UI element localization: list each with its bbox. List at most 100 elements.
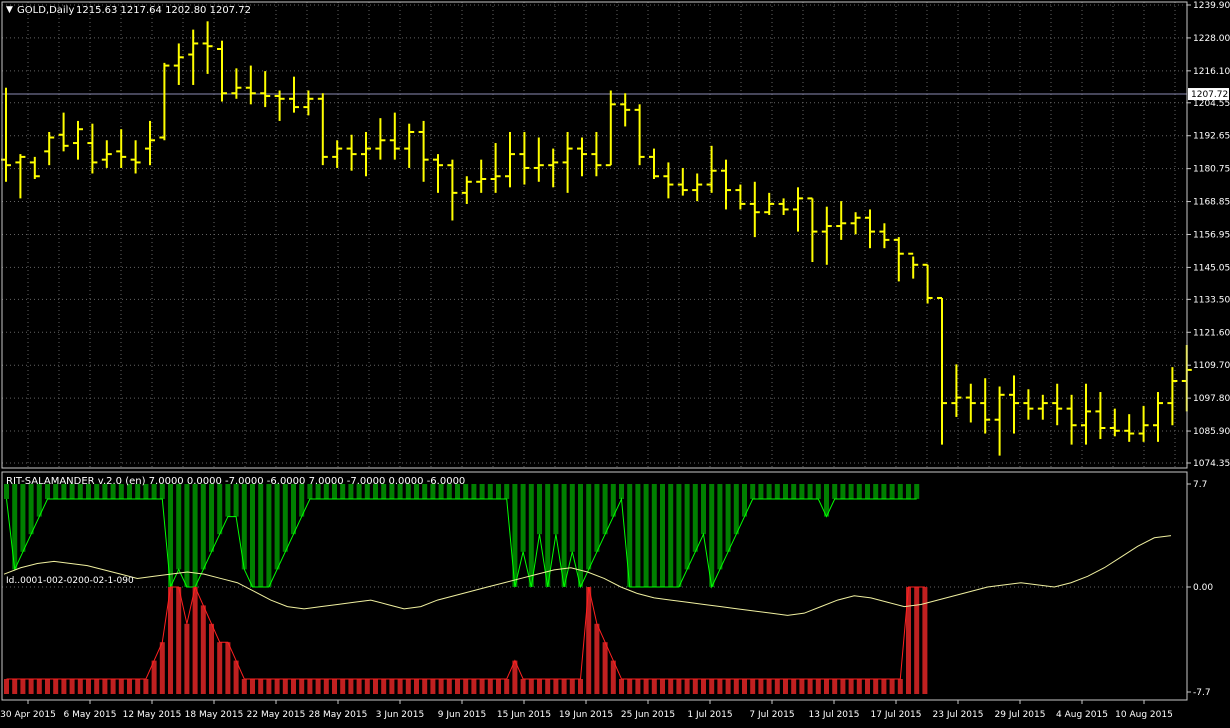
red-histogram-bar	[438, 679, 444, 694]
ohlc-bar	[87, 123, 98, 174]
ohlc-bar	[73, 120, 83, 160]
red-histogram-bar	[750, 679, 756, 694]
green-histogram-line	[6, 497, 917, 589]
red-histogram-bar	[127, 679, 132, 694]
price-tick-label: 1109.70	[1193, 361, 1230, 371]
red-histogram-bar	[815, 679, 821, 694]
green-histogram-bar	[282, 484, 288, 552]
ohlc-bar	[778, 198, 789, 215]
ohlc-bar	[706, 145, 717, 193]
red-histogram-bar	[676, 679, 682, 694]
red-histogram-bar	[69, 679, 75, 694]
green-histogram-bar	[914, 484, 920, 499]
ohlc-bar	[1153, 392, 1163, 442]
ohlc-bar	[591, 131, 602, 177]
green-histogram-bar	[856, 484, 862, 499]
ohlc-bar	[289, 76, 299, 113]
ohlc-bar	[793, 187, 803, 232]
green-histogram-bar	[20, 484, 26, 552]
green-histogram-bar	[209, 484, 214, 552]
chart-canvas[interactable]: 1239.90 1228.00 1216.10 1204.55 1192.65 1180.…	[0, 0, 1230, 724]
ohlc-values: 1215.63 1217.64 1202.80 1207.72	[76, 5, 251, 16]
time-tick-label: 23 Jul 2015	[933, 710, 984, 720]
green-histogram-bar	[602, 484, 608, 535]
ohlc-bar	[1009, 375, 1019, 434]
time-tick-label: 10 Aug 2015	[1115, 710, 1173, 720]
mt4-chart-window[interactable]: 1239.90 1228.00 1216.10 1204.55 1192.65 1180.…	[0, 0, 1230, 724]
red-histogram-bar	[873, 679, 879, 694]
red-histogram-bar	[422, 679, 428, 694]
green-histogram-bar	[750, 484, 756, 499]
indicator-tick-label: 0.00	[1193, 583, 1213, 593]
red-histogram-bar	[471, 679, 477, 694]
price-tick-label: 1180.75	[1193, 165, 1230, 175]
red-histogram-bar	[414, 679, 419, 694]
red-histogram-bar	[791, 679, 797, 694]
ohlc-bar	[418, 120, 429, 182]
red-histogram-bar	[274, 679, 280, 694]
green-histogram-bar	[561, 484, 567, 587]
green-histogram-bar	[865, 484, 870, 499]
green-histogram-bar	[873, 484, 879, 499]
red-histogram-bar	[266, 679, 272, 694]
red-histogram-bar	[225, 642, 231, 694]
green-histogram-bar	[676, 484, 682, 587]
green-histogram-bar	[586, 484, 592, 570]
red-histogram-bar	[774, 679, 780, 694]
green-histogram-bar	[774, 484, 780, 499]
price-tick-label: 1121.60	[1193, 328, 1230, 338]
red-histogram-bar	[446, 679, 452, 694]
time-tick-label: 7 Jul 2015	[749, 710, 794, 720]
ohlc-bar	[821, 206, 832, 265]
red-histogram-bar	[824, 679, 829, 694]
green-histogram-bar	[660, 484, 665, 587]
ohlc-bar	[173, 43, 184, 85]
ohlc-bar	[1138, 405, 1149, 442]
red-histogram-bar	[282, 679, 288, 694]
ohlc-bar	[807, 197, 818, 263]
price-tick-label: 1156.95	[1193, 230, 1230, 240]
dropdown-arrow-icon[interactable]: ▼	[6, 5, 13, 15]
green-histogram-bar	[791, 484, 797, 499]
red-histogram-bar	[807, 679, 813, 694]
time-tick-label: 9 Jun 2015	[438, 710, 486, 720]
red-histogram-bar	[701, 679, 706, 694]
red-histogram-bar	[168, 587, 173, 694]
red-histogram-bar	[799, 679, 805, 694]
red-histogram-bar	[848, 679, 854, 694]
ohlc-bar	[1023, 389, 1034, 420]
green-histogram-bar	[217, 484, 223, 535]
red-histogram-bar	[692, 679, 698, 694]
red-histogram-bar	[914, 587, 920, 694]
red-histogram-bar	[356, 679, 362, 694]
price-bars	[1, 21, 1192, 456]
red-histogram-bar	[635, 679, 641, 694]
green-histogram-bar	[553, 484, 559, 535]
time-tick-label: 6 May 2015	[64, 710, 117, 720]
green-histogram-bar	[569, 484, 575, 552]
ohlc-bar	[519, 131, 530, 185]
ohlc-bar	[879, 223, 890, 249]
price-tick-label: 1168.85	[1193, 198, 1230, 208]
ohlc-bar	[1052, 383, 1063, 426]
ohlc-bar	[836, 201, 847, 240]
red-histogram-bar	[4, 679, 9, 694]
indicator-tick-label: -7.7	[1193, 688, 1211, 698]
time-tick-label: 25 Jun 2015	[621, 710, 675, 720]
red-histogram-bar	[36, 679, 42, 694]
red-histogram-bar	[594, 623, 600, 694]
green-histogram-bar	[635, 484, 641, 587]
ohlc-bar	[245, 65, 256, 105]
red-histogram-bar	[578, 679, 583, 694]
red-histogram-bar	[184, 623, 190, 694]
ohlc-bar	[58, 112, 69, 152]
red-histogram-bar	[348, 679, 354, 694]
red-histogram-bar	[94, 679, 100, 694]
green-histogram-bar	[504, 484, 510, 499]
ohlc-bar	[101, 140, 112, 168]
time-tick-label: 15 Jun 2015	[497, 710, 551, 720]
red-histogram-bar	[668, 679, 674, 694]
time-tick-label: 30 Apr 2015	[0, 710, 56, 720]
red-histogram-bar	[159, 642, 165, 694]
ohlc-bar	[447, 159, 458, 221]
